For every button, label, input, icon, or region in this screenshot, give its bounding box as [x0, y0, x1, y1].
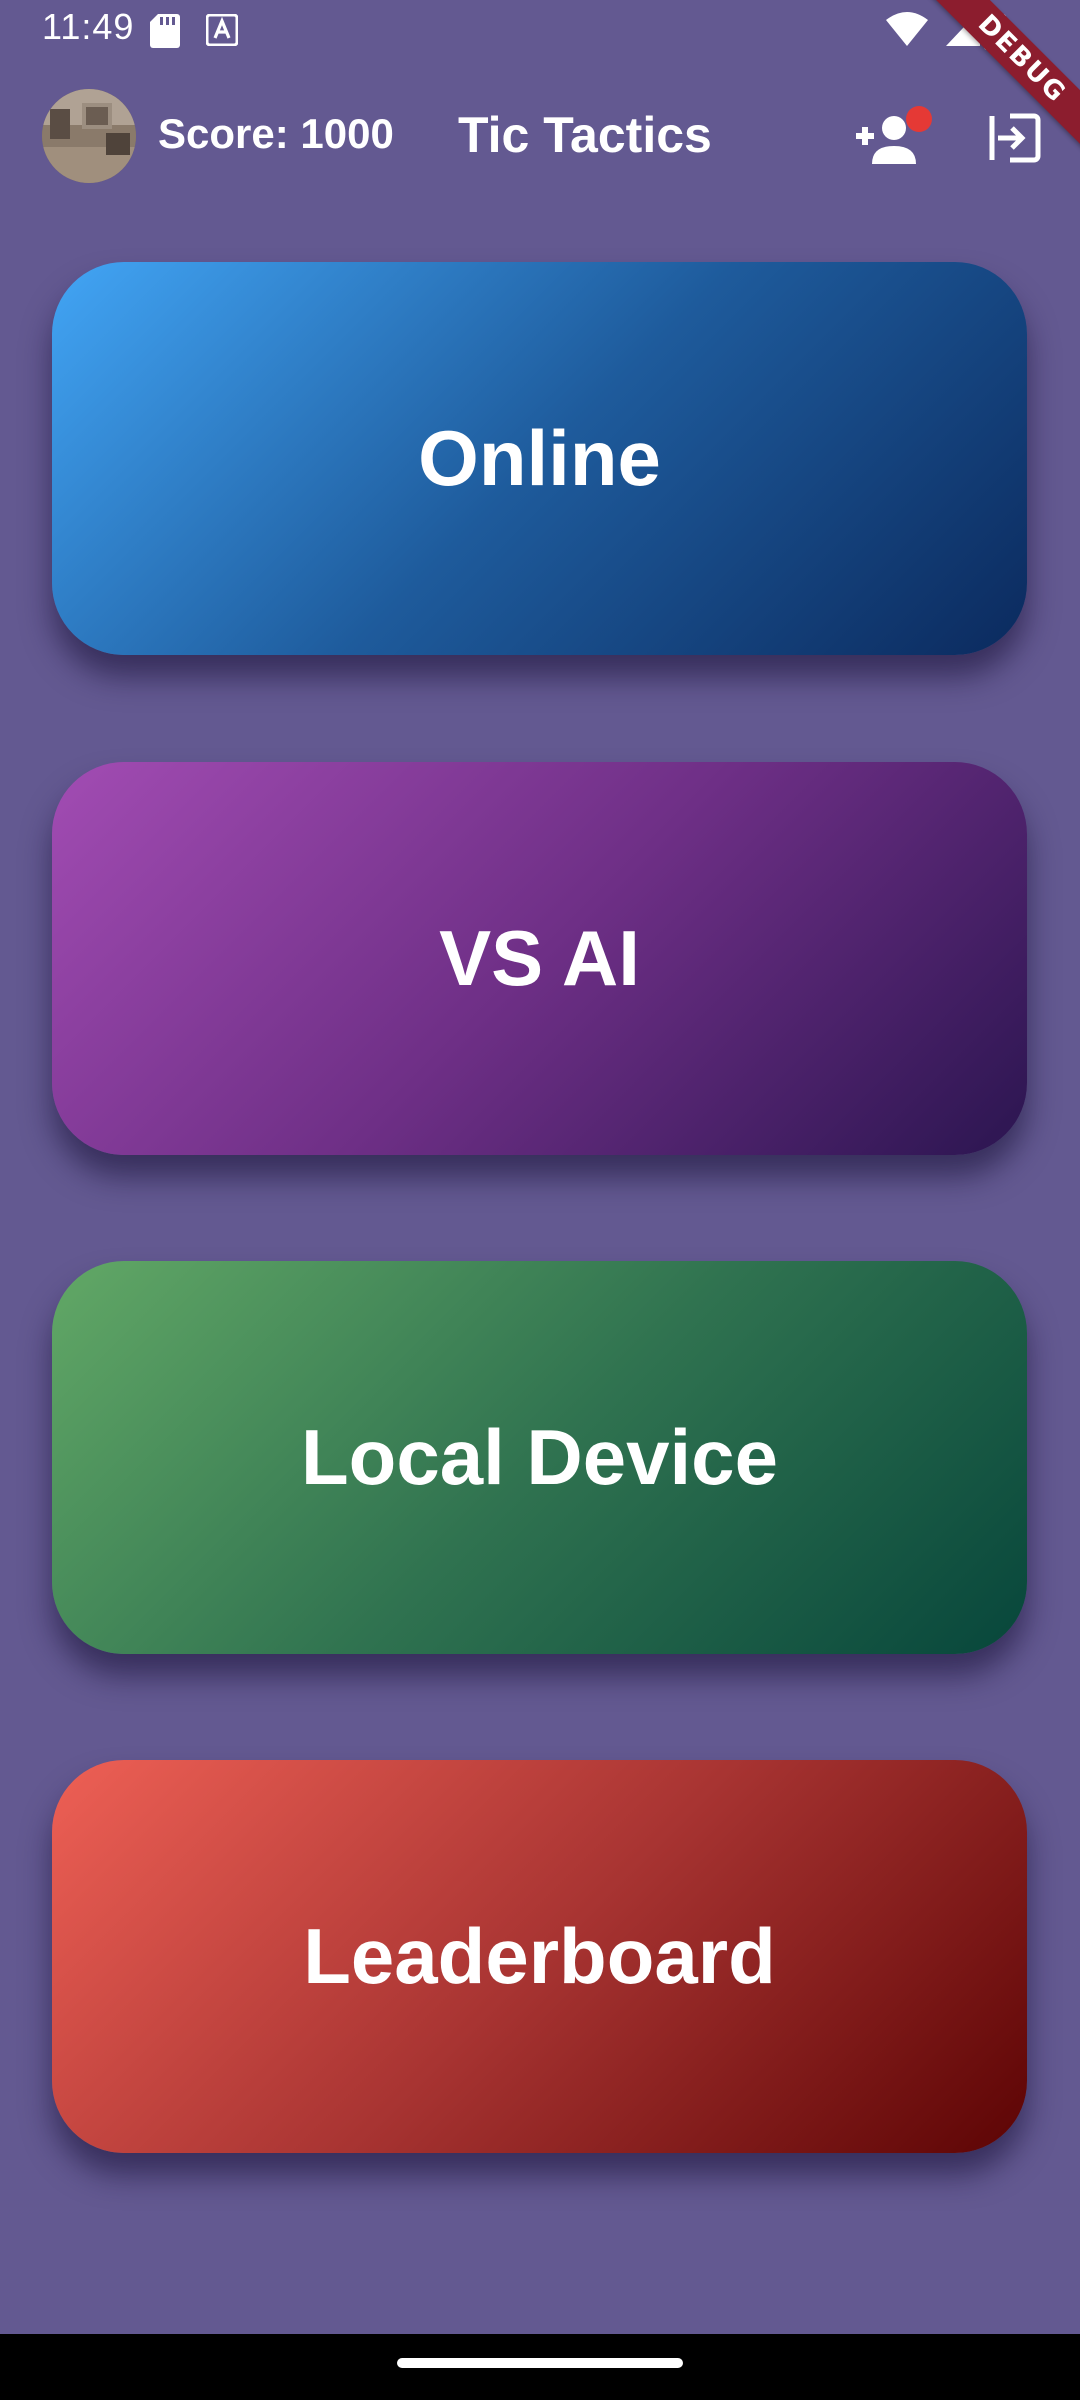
avatar[interactable] — [42, 89, 136, 183]
status-bar: 11:49 — [0, 0, 1080, 62]
online-mode-label: Online — [418, 414, 661, 502]
system-navigation-bar — [0, 2334, 1080, 2400]
vs-ai-mode-button[interactable]: VS AI — [52, 762, 1027, 1155]
a-notification-icon — [206, 14, 238, 46]
app-screen: 11:49 DEBUG Score: 1000 Tic Tactics Onli… — [0, 0, 1080, 2334]
sd-card-icon — [150, 14, 180, 48]
app-bar: Score: 1000 Tic Tactics — [0, 62, 1080, 212]
local-device-mode-button[interactable]: Local Device — [52, 1261, 1027, 1654]
notification-dot — [906, 106, 932, 132]
leaderboard-label: Leaderboard — [303, 1912, 776, 2000]
avatar-photo — [42, 89, 136, 183]
home-gesture-handle[interactable] — [397, 2358, 683, 2368]
logout-button[interactable] — [988, 110, 1044, 166]
app-title: Tic Tactics — [458, 107, 712, 163]
vs-ai-mode-label: VS AI — [439, 914, 640, 1002]
wifi-icon — [886, 12, 928, 46]
status-time: 11:49 — [42, 6, 135, 47]
local-device-mode-label: Local Device — [301, 1413, 778, 1501]
leaderboard-button[interactable]: Leaderboard — [52, 1760, 1027, 2153]
add-friend-button[interactable] — [856, 106, 932, 170]
score-label: Score: 1000 — [158, 110, 394, 157]
logout-icon — [989, 113, 1041, 163]
online-mode-button[interactable]: Online — [52, 262, 1027, 655]
